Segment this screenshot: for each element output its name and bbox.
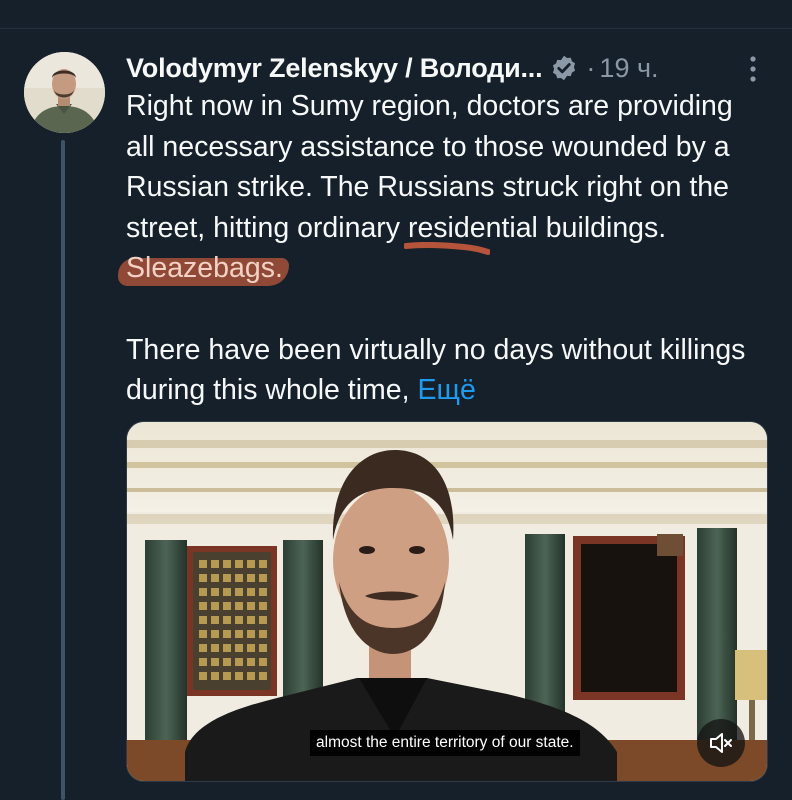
verified-badge-icon (553, 55, 576, 81)
thread-connector-line (61, 140, 65, 800)
show-more-link[interactable]: Ещё (417, 374, 475, 406)
video-frame (127, 422, 767, 781)
separator-dot: · (586, 52, 596, 83)
highlight-scribble (404, 242, 490, 255)
tweet-paragraph-2: There have been virtually no days withou… (126, 330, 766, 411)
tweet-video[interactable]: almost the entire territory of our state… (126, 421, 768, 782)
volume-muted-icon (710, 733, 732, 753)
tweet-paragraph-1: Right now in Sumy region, doctors are pr… (118, 86, 766, 289)
author-avatar[interactable] (24, 52, 105, 133)
mute-button[interactable] (697, 719, 745, 767)
author-name[interactable]: Volodymyr Zelenskyy / Володи... (126, 53, 543, 84)
more-vertical-icon[interactable] (741, 52, 765, 86)
video-subtitle: almost the entire territory of our state… (310, 730, 580, 756)
highlighted-word: Sleazebags. (118, 252, 289, 287)
highlighted-word-text: Sleazebags. (126, 252, 283, 285)
tweet-header: Volodymyr Zelenskyy / Володи... · 19 ч. (126, 48, 766, 88)
avatar-photo (24, 52, 105, 133)
tweet-text-part1: Right now in Sumy region, doctors are pr… (126, 90, 733, 244)
tweet-timestamp[interactable]: 19 ч. (599, 53, 658, 84)
divider (0, 28, 792, 29)
